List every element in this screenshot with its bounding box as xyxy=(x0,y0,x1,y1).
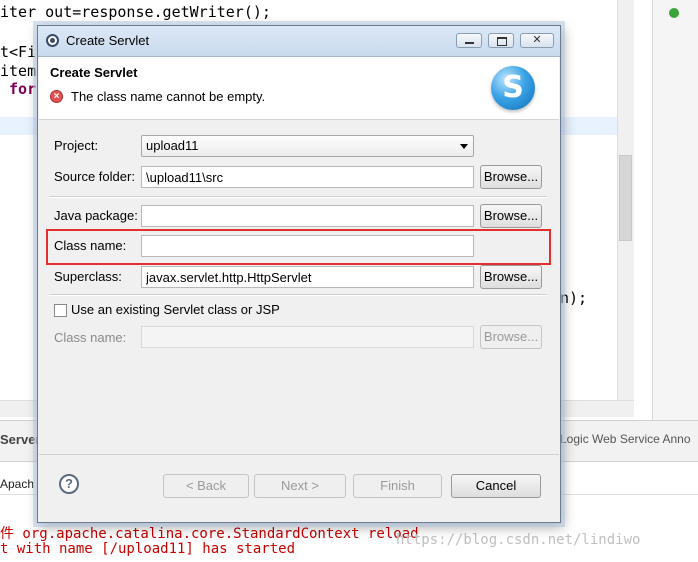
cancel-button[interactable]: Cancel xyxy=(451,474,541,498)
servers-tab[interactable]: Server xyxy=(0,432,40,447)
superclass-browse-button[interactable]: Browse... xyxy=(480,265,542,289)
existing-class-name-field[interactable] xyxy=(141,326,474,348)
chevron-down-icon xyxy=(460,144,468,149)
eclipse-icon xyxy=(46,34,59,47)
source-folder-field[interactable] xyxy=(141,166,474,188)
tree-item-apache[interactable]: Apach xyxy=(0,477,34,491)
class-name-highlight xyxy=(46,229,551,265)
java-package-browse-button[interactable]: Browse... xyxy=(480,204,542,228)
back-button[interactable]: < Back xyxy=(163,474,249,498)
minimize-button[interactable] xyxy=(456,33,482,48)
project-select[interactable]: upload11 xyxy=(141,135,474,157)
console-line-1: 件 org.apache.catalina.core.StandardConte… xyxy=(0,526,419,542)
maximize-button[interactable] xyxy=(488,33,514,48)
code-line-5: n); xyxy=(560,289,588,307)
code-line-1: iter out=response.getWriter(); xyxy=(0,3,271,21)
superclass-field[interactable] xyxy=(141,266,474,288)
finish-button[interactable]: Finish xyxy=(353,474,442,498)
class-icon xyxy=(669,8,679,18)
footer-separator xyxy=(39,454,559,455)
web-service-tab[interactable]: Logic Web Service Anno xyxy=(560,432,691,446)
error-message: The class name cannot be empty. xyxy=(71,89,266,104)
editor-scroll-thumb[interactable] xyxy=(619,155,632,241)
error-icon: × xyxy=(50,90,63,103)
java-package-field[interactable] xyxy=(141,205,474,227)
outline-panel xyxy=(652,0,698,420)
source-folder-browse-button[interactable]: Browse... xyxy=(480,165,542,189)
next-button[interactable]: Next > xyxy=(254,474,346,498)
console-line-2: t with name [/upload11] has started xyxy=(0,541,296,557)
project-select-value: upload11 xyxy=(146,138,199,153)
close-button[interactable] xyxy=(520,33,554,48)
project-label: Project: xyxy=(54,138,99,153)
existing-class-name-label: Class name: xyxy=(54,330,127,345)
existing-class-browse-button[interactable]: Browse... xyxy=(480,325,542,349)
code-line-4: for xyxy=(0,80,37,98)
use-existing-label[interactable]: Use an existing Servlet class or JSP xyxy=(71,302,280,317)
java-package-label: Java package: xyxy=(54,208,138,223)
separator xyxy=(49,196,547,198)
servlet-wizard-logo: S xyxy=(491,66,535,110)
superclass-label: Superclass: xyxy=(54,269,122,284)
use-existing-checkbox[interactable] xyxy=(54,304,67,317)
separator xyxy=(49,294,547,296)
dialog-titlebar[interactable]: Create Servlet xyxy=(38,26,560,57)
source-folder-label: Source folder: xyxy=(54,169,135,184)
dialog-title: Create Servlet xyxy=(66,33,150,48)
help-icon[interactable]: ? xyxy=(59,474,79,494)
watermark: https://blog.csdn.net/lindiwo xyxy=(396,532,641,548)
wizard-header: Create Servlet × The class name cannot b… xyxy=(39,57,559,120)
create-servlet-dialog: Create Servlet Create Servlet × The clas… xyxy=(37,25,561,523)
wizard-page-title: Create Servlet xyxy=(50,65,138,80)
